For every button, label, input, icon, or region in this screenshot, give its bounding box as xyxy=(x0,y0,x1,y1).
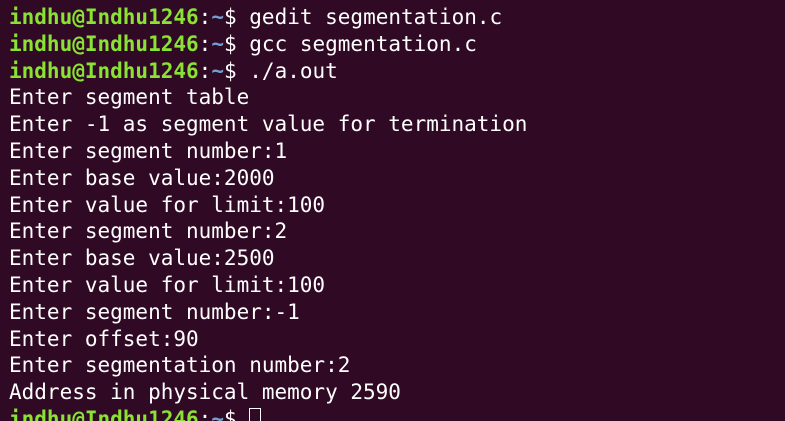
prompt-symbol: $ xyxy=(223,5,237,29)
output-line: Enter base value:2000 xyxy=(9,165,275,190)
prompt-user-host: indhu@Indhu1246 xyxy=(9,58,199,83)
output-line: Enter segment table xyxy=(9,85,250,110)
prompt-user-host: indhu@Indhu1246 xyxy=(9,31,199,56)
command-line-1: indhu@Indhu1246:~$ gedit segmentation.c xyxy=(9,4,785,31)
command-text: gedit segmentation.c xyxy=(249,5,503,29)
prompt-symbol: $ xyxy=(223,406,237,421)
prompt-colon: : xyxy=(198,58,212,83)
prompt-colon: : xyxy=(198,31,212,56)
output-line: Enter segment number:1 xyxy=(9,138,288,163)
prompt-symbol: $ xyxy=(223,31,237,56)
prompt-path: ~ xyxy=(211,31,224,56)
output-line: Enter base value:2500 xyxy=(9,246,275,271)
output-line: Address in physical memory 2590 xyxy=(9,380,401,405)
active-prompt-line[interactable]: indhu@Indhu1246:~$ xyxy=(9,406,785,421)
prompt-symbol: $ xyxy=(223,58,237,83)
output-line: Enter segmentation number:2 xyxy=(9,353,351,378)
command-line-3: indhu@Indhu1246:~$ ./a.out xyxy=(9,58,785,85)
text-cursor[interactable] xyxy=(249,407,262,421)
output-line: Enter segment number:-1 xyxy=(9,299,300,324)
output-line: Enter offset:90 xyxy=(9,326,199,351)
command-text: gcc segmentation.c xyxy=(249,31,477,56)
prompt-user-host: indhu@Indhu1246 xyxy=(9,5,199,29)
prompt-path: ~ xyxy=(211,406,224,421)
terminal-window[interactable]: indhu@Indhu1246:~$ gedit segmentation.c … xyxy=(0,0,785,421)
output-line: Enter value for limit:100 xyxy=(9,192,326,217)
output-line: Enter value for limit:100 xyxy=(9,272,326,297)
command-line-2: indhu@Indhu1246:~$ gcc segmentation.c xyxy=(9,31,785,58)
command-text: ./a.out xyxy=(249,58,338,83)
prompt-colon: : xyxy=(198,406,212,421)
prompt-path: ~ xyxy=(211,58,224,83)
output-line: Enter -1 as segment value for terminatio… xyxy=(9,112,528,137)
prompt-path: ~ xyxy=(211,5,224,29)
output-line: Enter segment number:2 xyxy=(9,219,288,244)
prompt-colon: : xyxy=(198,5,212,29)
prompt-user-host: indhu@Indhu1246 xyxy=(9,406,199,421)
